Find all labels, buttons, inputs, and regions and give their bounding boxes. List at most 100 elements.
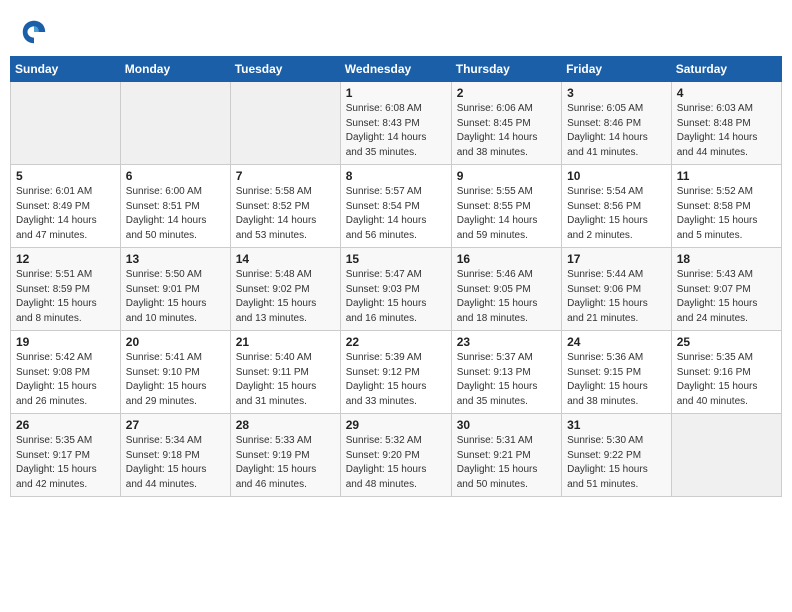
- day-info: Sunrise: 5:41 AM Sunset: 9:10 PM Dayligh…: [126, 351, 225, 409]
- calendar-day-cell: 28 Sunrise: 5:33 AM Sunset: 9:19 PM Dayli…: [230, 414, 340, 497]
- empty-cell: [230, 82, 340, 165]
- empty-cell: [120, 82, 230, 165]
- calendar-day-cell: 30 Sunrise: 5:31 AM Sunset: 9:21 PM Dayli…: [451, 414, 561, 497]
- day-info: Sunrise: 5:39 AM Sunset: 9:12 PM Dayligh…: [346, 351, 446, 409]
- day-number: 19: [16, 335, 115, 349]
- weekday-header-monday: Monday: [120, 57, 230, 82]
- calendar-day-cell: 4 Sunrise: 6:03 AM Sunset: 8:48 PM Daylig…: [671, 82, 781, 165]
- calendar-week-row: 19 Sunrise: 5:42 AM Sunset: 9:08 PM Dayli…: [11, 331, 782, 414]
- calendar-day-cell: 18 Sunrise: 5:43 AM Sunset: 9:07 PM Dayli…: [671, 248, 781, 331]
- day-number: 17: [567, 252, 666, 266]
- day-number: 18: [677, 252, 776, 266]
- calendar-day-cell: 7Sunrise: 5:58 AM Sunset: 8:52 PM Daylig…: [230, 165, 340, 248]
- day-info: Sunrise: 5:40 AM Sunset: 9:11 PM Dayligh…: [236, 351, 335, 409]
- calendar-day-cell: 27 Sunrise: 5:34 AM Sunset: 9:18 PM Dayli…: [120, 414, 230, 497]
- day-number: 16: [457, 252, 556, 266]
- day-number: 12: [16, 252, 115, 266]
- calendar-day-cell: 23 Sunrise: 5:37 AM Sunset: 9:13 PM Dayli…: [451, 331, 561, 414]
- calendar-week-row: 1 Sunrise: 6:08 AM Sunset: 8:43 PM Daylig…: [11, 82, 782, 165]
- day-info: Sunrise: 5:50 AM Sunset: 9:01 PM Dayligh…: [126, 268, 225, 326]
- empty-cell: [11, 82, 121, 165]
- logo: [20, 18, 52, 46]
- day-number: 7: [236, 169, 335, 183]
- day-number: 1: [346, 86, 446, 100]
- day-number: 21: [236, 335, 335, 349]
- day-info: Sunrise: 6:06 AM Sunset: 8:45 PM Dayligh…: [457, 102, 556, 160]
- day-info: Sunrise: 5:48 AM Sunset: 9:02 PM Dayligh…: [236, 268, 335, 326]
- day-info: Sunrise: 6:08 AM Sunset: 8:43 PM Dayligh…: [346, 102, 446, 160]
- calendar-day-cell: 6 Sunrise: 6:00 AM Sunset: 8:51 PM Daylig…: [120, 165, 230, 248]
- day-info: Sunrise: 5:34 AM Sunset: 9:18 PM Dayligh…: [126, 434, 225, 492]
- calendar-day-cell: 13Sunrise: 5:50 AM Sunset: 9:01 PM Dayli…: [120, 248, 230, 331]
- day-info: Sunrise: 6:05 AM Sunset: 8:46 PM Dayligh…: [567, 102, 666, 160]
- logo-icon: [20, 18, 48, 46]
- calendar-day-cell: 3 Sunrise: 6:05 AM Sunset: 8:46 PM Daylig…: [562, 82, 672, 165]
- calendar-day-cell: 29 Sunrise: 5:32 AM Sunset: 9:20 PM Dayli…: [340, 414, 451, 497]
- calendar-day-cell: 10 Sunrise: 5:54 AM Sunset: 8:56 PM Dayli…: [562, 165, 672, 248]
- day-info: Sunrise: 5:44 AM Sunset: 9:06 PM Dayligh…: [567, 268, 666, 326]
- day-info: Sunrise: 5:42 AM Sunset: 9:08 PM Dayligh…: [16, 351, 115, 409]
- calendar-day-cell: 24 Sunrise: 5:36 AM Sunset: 9:15 PM Dayli…: [562, 331, 672, 414]
- calendar-day-cell: 25 Sunrise: 5:35 AM Sunset: 9:16 PM Dayli…: [671, 331, 781, 414]
- day-info: Sunrise: 5:33 AM Sunset: 9:19 PM Dayligh…: [236, 434, 335, 492]
- calendar-day-cell: 17 Sunrise: 5:44 AM Sunset: 9:06 PM Dayli…: [562, 248, 672, 331]
- calendar-day-cell: 12 Sunrise: 5:51 AM Sunset: 8:59 PM Dayli…: [11, 248, 121, 331]
- day-number: 25: [677, 335, 776, 349]
- day-number: 5: [16, 169, 115, 183]
- day-number: 26: [16, 418, 115, 432]
- calendar-day-cell: 2Sunrise: 6:06 AM Sunset: 8:45 PM Daylig…: [451, 82, 561, 165]
- calendar-day-cell: 22Sunrise: 5:39 AM Sunset: 9:12 PM Dayli…: [340, 331, 451, 414]
- calendar-day-cell: 20 Sunrise: 5:41 AM Sunset: 9:10 PM Dayli…: [120, 331, 230, 414]
- day-number: 24: [567, 335, 666, 349]
- calendar-week-row: 5Sunrise: 6:01 AM Sunset: 8:49 PM Daylig…: [11, 165, 782, 248]
- calendar-day-cell: 5Sunrise: 6:01 AM Sunset: 8:49 PM Daylig…: [11, 165, 121, 248]
- day-info: Sunrise: 5:57 AM Sunset: 8:54 PM Dayligh…: [346, 185, 446, 243]
- day-info: Sunrise: 5:52 AM Sunset: 8:58 PM Dayligh…: [677, 185, 776, 243]
- day-number: 27: [126, 418, 225, 432]
- day-info: Sunrise: 5:54 AM Sunset: 8:56 PM Dayligh…: [567, 185, 666, 243]
- calendar-day-cell: 11 Sunrise: 5:52 AM Sunset: 8:58 PM Dayli…: [671, 165, 781, 248]
- calendar-week-row: 26 Sunrise: 5:35 AM Sunset: 9:17 PM Dayli…: [11, 414, 782, 497]
- day-info: Sunrise: 6:03 AM Sunset: 8:48 PM Dayligh…: [677, 102, 776, 160]
- calendar-day-cell: 8 Sunrise: 5:57 AM Sunset: 8:54 PM Daylig…: [340, 165, 451, 248]
- weekday-header-thursday: Thursday: [451, 57, 561, 82]
- day-number: 8: [346, 169, 446, 183]
- day-number: 10: [567, 169, 666, 183]
- day-number: 11: [677, 169, 776, 183]
- calendar-day-cell: 9 Sunrise: 5:55 AM Sunset: 8:55 PM Daylig…: [451, 165, 561, 248]
- calendar-day-cell: 21 Sunrise: 5:40 AM Sunset: 9:11 PM Dayli…: [230, 331, 340, 414]
- day-number: 6: [126, 169, 225, 183]
- day-number: 28: [236, 418, 335, 432]
- weekday-header-wednesday: Wednesday: [340, 57, 451, 82]
- day-info: Sunrise: 5:30 AM Sunset: 9:22 PM Dayligh…: [567, 434, 666, 492]
- empty-cell: [671, 414, 781, 497]
- calendar-day-cell: 1 Sunrise: 6:08 AM Sunset: 8:43 PM Daylig…: [340, 82, 451, 165]
- weekday-header-saturday: Saturday: [671, 57, 781, 82]
- day-info: Sunrise: 5:43 AM Sunset: 9:07 PM Dayligh…: [677, 268, 776, 326]
- calendar-day-cell: 16Sunrise: 5:46 AM Sunset: 9:05 PM Dayli…: [451, 248, 561, 331]
- day-info: Sunrise: 5:35 AM Sunset: 9:17 PM Dayligh…: [16, 434, 115, 492]
- calendar-day-cell: 26 Sunrise: 5:35 AM Sunset: 9:17 PM Dayli…: [11, 414, 121, 497]
- calendar-week-row: 12 Sunrise: 5:51 AM Sunset: 8:59 PM Dayli…: [11, 248, 782, 331]
- day-number: 20: [126, 335, 225, 349]
- day-number: 4: [677, 86, 776, 100]
- day-info: Sunrise: 5:37 AM Sunset: 9:13 PM Dayligh…: [457, 351, 556, 409]
- day-number: 31: [567, 418, 666, 432]
- day-info: Sunrise: 5:35 AM Sunset: 9:16 PM Dayligh…: [677, 351, 776, 409]
- day-number: 9: [457, 169, 556, 183]
- day-number: 23: [457, 335, 556, 349]
- day-info: Sunrise: 5:55 AM Sunset: 8:55 PM Dayligh…: [457, 185, 556, 243]
- calendar-day-cell: 15Sunrise: 5:47 AM Sunset: 9:03 PM Dayli…: [340, 248, 451, 331]
- day-number: 29: [346, 418, 446, 432]
- day-info: Sunrise: 5:36 AM Sunset: 9:15 PM Dayligh…: [567, 351, 666, 409]
- day-info: Sunrise: 5:47 AM Sunset: 9:03 PM Dayligh…: [346, 268, 446, 326]
- day-number: 30: [457, 418, 556, 432]
- page-header: [10, 10, 782, 50]
- day-info: Sunrise: 5:32 AM Sunset: 9:20 PM Dayligh…: [346, 434, 446, 492]
- day-info: Sunrise: 5:31 AM Sunset: 9:21 PM Dayligh…: [457, 434, 556, 492]
- day-number: 3: [567, 86, 666, 100]
- calendar-table: SundayMondayTuesdayWednesdayThursdayFrid…: [10, 56, 782, 497]
- day-info: Sunrise: 6:00 AM Sunset: 8:51 PM Dayligh…: [126, 185, 225, 243]
- weekday-header-friday: Friday: [562, 57, 672, 82]
- day-info: Sunrise: 5:51 AM Sunset: 8:59 PM Dayligh…: [16, 268, 115, 326]
